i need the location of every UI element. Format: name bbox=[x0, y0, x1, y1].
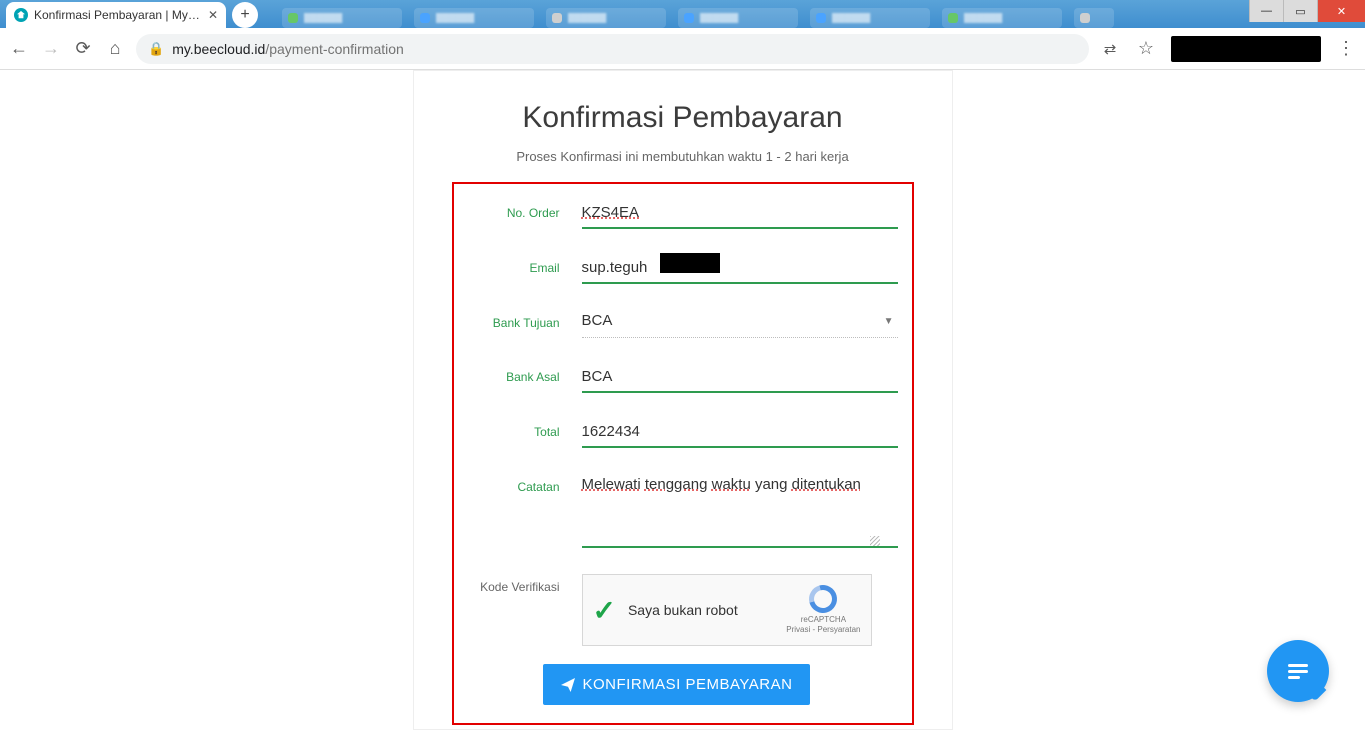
lock-icon: 🔒 bbox=[148, 41, 164, 57]
chat-icon bbox=[1288, 661, 1308, 682]
recaptcha-logo: reCAPTCHA Privasi - Persyaratan bbox=[786, 585, 860, 634]
row-no-order: No. Order KZS4EA bbox=[456, 200, 898, 229]
label-verifikasi: Kode Verifikasi bbox=[456, 574, 566, 594]
tab-close-icon[interactable]: ✕ bbox=[208, 8, 218, 22]
background-tabs: ██████ ██████ ██████ ██████ ██████ █████… bbox=[282, 8, 1114, 28]
textarea-catatan[interactable]: Melewati tenggang waktu yang ditentukan bbox=[582, 474, 898, 548]
input-total[interactable]: 1622434 bbox=[582, 419, 898, 448]
recaptcha-text: Saya bukan robot bbox=[628, 602, 774, 618]
input-email[interactable]: sup.teguh bbox=[582, 255, 898, 284]
translate-icon[interactable]: ⇄ bbox=[1099, 38, 1121, 60]
paper-plane-icon bbox=[561, 678, 575, 692]
label-bank-asal: Bank Asal bbox=[456, 364, 566, 384]
address-bar[interactable]: 🔒 my.beecloud.id/payment-confirmation bbox=[136, 34, 1089, 64]
bg-tab[interactable]: ██████ bbox=[414, 8, 534, 28]
redaction-block bbox=[660, 253, 720, 273]
chat-fab[interactable] bbox=[1267, 640, 1329, 702]
window-controls: — ▭ ✕ bbox=[1249, 0, 1365, 22]
window-close[interactable]: ✕ bbox=[1317, 0, 1365, 22]
label-catatan: Catatan bbox=[456, 474, 566, 494]
forward-icon[interactable]: → bbox=[40, 38, 62, 60]
tab-strip: Konfirmasi Pembayaran | My Bee ✕ + █████… bbox=[0, 0, 1114, 28]
bg-tab[interactable]: ██████ bbox=[282, 8, 402, 28]
label-total: Total bbox=[456, 419, 566, 439]
url-path: /payment-confirmation bbox=[265, 41, 404, 57]
browser-titlebar: Konfirmasi Pembayaran | My Bee ✕ + █████… bbox=[0, 0, 1365, 28]
submit-label: KONFIRMASI PEMBAYARAN bbox=[583, 676, 793, 693]
url-domain: my.beecloud.id bbox=[172, 41, 265, 57]
back-icon[interactable]: ← bbox=[8, 38, 30, 60]
confirmation-card: Konfirmasi Pembayaran Proses Konfirmasi … bbox=[413, 70, 953, 730]
profile-avatar[interactable] bbox=[1171, 36, 1321, 62]
active-tab[interactable]: Konfirmasi Pembayaran | My Bee ✕ bbox=[6, 2, 226, 28]
home-icon[interactable]: ⌂ bbox=[104, 38, 126, 60]
page-title: Konfirmasi Pembayaran bbox=[452, 101, 914, 135]
bg-tab[interactable]: ██████ bbox=[810, 8, 930, 28]
row-total: Total 1622434 bbox=[456, 419, 898, 448]
select-bank-tujuan[interactable]: BCA bbox=[582, 310, 898, 338]
tab-title: Konfirmasi Pembayaran | My Bee bbox=[34, 8, 202, 22]
input-bank-asal[interactable]: BCA bbox=[582, 364, 898, 393]
label-email: Email bbox=[456, 255, 566, 275]
form-highlight-box: No. Order KZS4EA Email sup.teguh Bank Tu… bbox=[452, 182, 914, 725]
page-subtitle: Proses Konfirmasi ini membutuhkan waktu … bbox=[452, 149, 914, 164]
window-maximize[interactable]: ▭ bbox=[1283, 0, 1317, 22]
browser-toolbar: ← → ⟳ ⌂ 🔒 my.beecloud.id/payment-confirm… bbox=[0, 28, 1365, 70]
recaptcha-widget[interactable]: ✓ Saya bukan robot reCAPTCHA Privasi - P… bbox=[582, 574, 872, 646]
bg-tab[interactable] bbox=[1074, 8, 1114, 28]
label-no-order: No. Order bbox=[456, 200, 566, 220]
bg-tab[interactable]: ██████ bbox=[942, 8, 1062, 28]
label-bank-tujuan: Bank Tujuan bbox=[456, 310, 566, 330]
row-bank-tujuan: Bank Tujuan BCA ▼ bbox=[456, 310, 898, 338]
input-no-order[interactable]: KZS4EA bbox=[582, 200, 898, 229]
recaptcha-icon bbox=[809, 585, 837, 613]
star-icon[interactable]: ☆ bbox=[1135, 38, 1157, 60]
bg-tab[interactable]: ██████ bbox=[546, 8, 666, 28]
row-catatan: Catatan Melewati tenggang waktu yang dit… bbox=[456, 474, 898, 548]
menu-icon[interactable]: ⋮ bbox=[1335, 38, 1357, 60]
chevron-down-icon: ▼ bbox=[884, 316, 894, 327]
tab-favicon bbox=[14, 8, 28, 22]
window-minimize[interactable]: — bbox=[1249, 0, 1283, 22]
page-content: Konfirmasi Pembayaran Proses Konfirmasi … bbox=[0, 70, 1365, 730]
new-tab-button[interactable]: + bbox=[232, 2, 258, 28]
row-verifikasi: Kode Verifikasi ✓ Saya bukan robot reCAP… bbox=[456, 574, 898, 646]
bg-tab[interactable]: ██████ bbox=[678, 8, 798, 28]
row-bank-asal: Bank Asal BCA bbox=[456, 364, 898, 393]
reload-icon[interactable]: ⟳ bbox=[72, 38, 94, 60]
submit-button[interactable]: KONFIRMASI PEMBAYARAN bbox=[543, 664, 811, 705]
row-email: Email sup.teguh bbox=[456, 255, 898, 284]
check-icon: ✓ bbox=[593, 594, 616, 627]
